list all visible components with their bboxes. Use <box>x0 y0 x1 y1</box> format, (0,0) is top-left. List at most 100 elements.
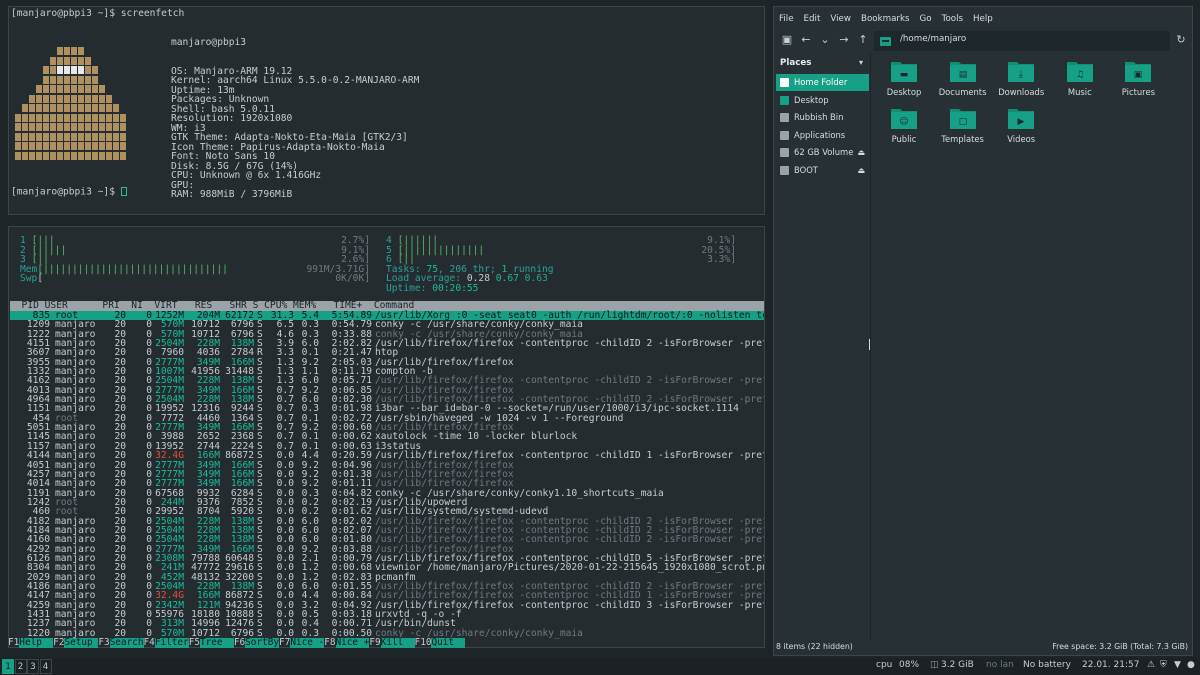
volume-icon[interactable]: ● <box>1187 660 1195 670</box>
terminal-screenfetch[interactable]: [manjaro@pbpi3 ~]$ screenfetch manjaro@p… <box>8 6 765 215</box>
sidebar-item-rubbish-bin[interactable]: Rubbish Bin <box>776 109 869 126</box>
logo-block <box>71 94 77 103</box>
logo-row <box>15 113 126 124</box>
uptime-meter: Uptime: 00:20:55 <box>386 283 686 294</box>
folder-public[interactable]: ☺ Public <box>874 104 934 150</box>
logo-block <box>92 85 98 93</box>
logo-block <box>36 66 42 74</box>
logo-block <box>15 76 21 84</box>
file-manager-window[interactable]: File Edit View Bookmarks Go Tools Help ▣ ← ⌄ →… <box>773 6 1193 656</box>
folder-templates[interactable]: □ Templates <box>933 104 993 150</box>
status-bar: 8 items (22 hidden) Free space: 3.2 GiB … <box>774 640 1192 655</box>
bell-off-icon[interactable]: ⚠ <box>1147 660 1155 670</box>
svg-text:▣: ▣ <box>1134 70 1143 80</box>
back-icon[interactable]: ← <box>797 31 815 49</box>
cell-cmd: viewnior /home/manjaro/Pictures/2020-01-… <box>375 562 765 574</box>
logo-block <box>113 47 119 55</box>
fkey-label: Nice + <box>335 637 370 648</box>
folder-music[interactable]: ♫ Music <box>1050 57 1110 103</box>
folder-documents[interactable]: ▤ Documents <box>933 57 993 103</box>
new-tab-icon[interactable]: ▣ <box>778 31 796 49</box>
menu-help[interactable]: Help <box>968 11 998 29</box>
logo-block <box>50 104 56 112</box>
process-table[interactable]: 835 root 20 0 1252M 204M 62172 S 31.3 5.4 5:54.89/… <box>10 311 765 638</box>
folder-videos[interactable]: ▶ Videos <box>991 104 1051 150</box>
up-icon[interactable]: ↑ <box>854 31 872 49</box>
logo-block <box>113 142 119 150</box>
workspace-2[interactable]: 2 <box>14 659 27 674</box>
fkey-f4[interactable]: F4 Filter <box>144 638 189 648</box>
sidebar-item-label: 62 GB Volume <box>794 147 854 158</box>
logo-block <box>92 104 98 112</box>
sidebar-item-boot[interactable]: BOOT ⏏ <box>776 162 869 179</box>
fkey-f8[interactable]: F8 Nice + <box>324 637 370 648</box>
workspace-1[interactable]: 1 <box>2 659 14 674</box>
location-bar[interactable]: /home/manjaro <box>874 31 1170 51</box>
menu-bookmarks[interactable]: Bookmarks <box>856 11 915 29</box>
fkey-label: Search <box>109 637 144 648</box>
menu-view[interactable]: View <box>825 11 856 29</box>
collapse-icon[interactable]: ▾ <box>859 58 863 67</box>
logo-block <box>50 85 56 93</box>
sidebar-item-home-folder[interactable]: Home Folder <box>776 74 869 91</box>
network-icon[interactable]: ▼ <box>1174 660 1181 670</box>
logo-block <box>78 94 84 103</box>
menu-go[interactable]: Go <box>915 11 937 29</box>
logo-block <box>106 57 112 65</box>
forward-icon[interactable]: → <box>835 31 853 49</box>
drive-icon <box>780 148 789 158</box>
htop-function-keys: F1 Help F2 Setup F3 Search F4 Filter F5 Tree F6… <box>8 638 765 648</box>
logo-block <box>29 151 35 160</box>
chevron-down-icon[interactable]: ⌄ <box>816 31 834 49</box>
workspace-3[interactable]: 3 <box>27 659 39 674</box>
menu-edit[interactable]: Edit <box>799 11 826 29</box>
terminal-prompt-current[interactable]: [manjaro@pbpi3 ~]$ <box>11 187 127 197</box>
folder-pictures[interactable]: ▣ Pictures <box>1108 57 1168 103</box>
logo-block <box>99 94 105 103</box>
fkey-f5[interactable]: F5 Tree <box>189 638 234 648</box>
logo-block <box>36 132 42 141</box>
logo-block <box>120 95 126 103</box>
logo-block <box>36 57 42 65</box>
folder-downloads[interactable]: ⤓ Downloads <box>991 57 1051 103</box>
sidebar-item-applications[interactable]: Applications <box>776 127 869 144</box>
sidebar-item-desktop[interactable]: Desktop <box>776 92 869 109</box>
fkey-f3[interactable]: F3 Search <box>98 637 144 648</box>
workspace-4[interactable]: 4 <box>39 659 52 674</box>
logo-block <box>92 123 98 131</box>
fkey-f7[interactable]: F7 Nice - <box>279 638 325 648</box>
fkey-f1[interactable]: F1 Help <box>8 638 54 648</box>
logo-block <box>78 47 84 55</box>
shield-icon[interactable]: ⛨ <box>1160 660 1167 670</box>
fkey-f2[interactable]: F2 Setup <box>53 638 99 648</box>
logo-block <box>78 104 84 112</box>
logo-block <box>22 142 28 150</box>
terminal-htop[interactable]: 1 [||| 2.7%] 2 [||||| 9.1%] 3 [|| 2.6%] 4 [|||… <box>8 226 765 648</box>
menu-tools[interactable]: Tools <box>937 11 968 29</box>
logo-block <box>36 85 42 93</box>
logo-block <box>85 56 91 65</box>
fkey-number: F9 <box>369 637 381 648</box>
fkey-f10[interactable]: F10 Quit <box>415 638 466 648</box>
menu-file[interactable]: File <box>774 11 799 29</box>
logo-block <box>99 47 105 55</box>
logo-block <box>15 113 21 122</box>
fkey-f9[interactable]: F9 Kill <box>369 637 415 648</box>
logo-block <box>43 113 49 122</box>
reload-icon[interactable]: ↻ <box>1172 31 1190 49</box>
fkey-number: F8 <box>324 637 336 648</box>
logo-block <box>29 123 35 131</box>
pane-divider[interactable] <box>870 53 871 639</box>
logo-block <box>106 123 112 131</box>
logo-block <box>113 113 119 122</box>
fkey-f6[interactable]: F6 SortBy <box>234 638 280 648</box>
eject-icon[interactable]: ⏏ <box>857 162 865 179</box>
logo-block <box>106 66 112 74</box>
drive-icon <box>780 166 789 175</box>
logo-row <box>15 123 126 133</box>
sidebar-item-62-gb-volume[interactable]: 62 GB Volume ⏏ <box>776 144 869 161</box>
logo-block <box>120 104 126 112</box>
logo-block <box>120 57 126 65</box>
folder-desktop[interactable]: ▬ Desktop <box>874 57 934 103</box>
eject-icon[interactable]: ⏏ <box>857 144 865 161</box>
